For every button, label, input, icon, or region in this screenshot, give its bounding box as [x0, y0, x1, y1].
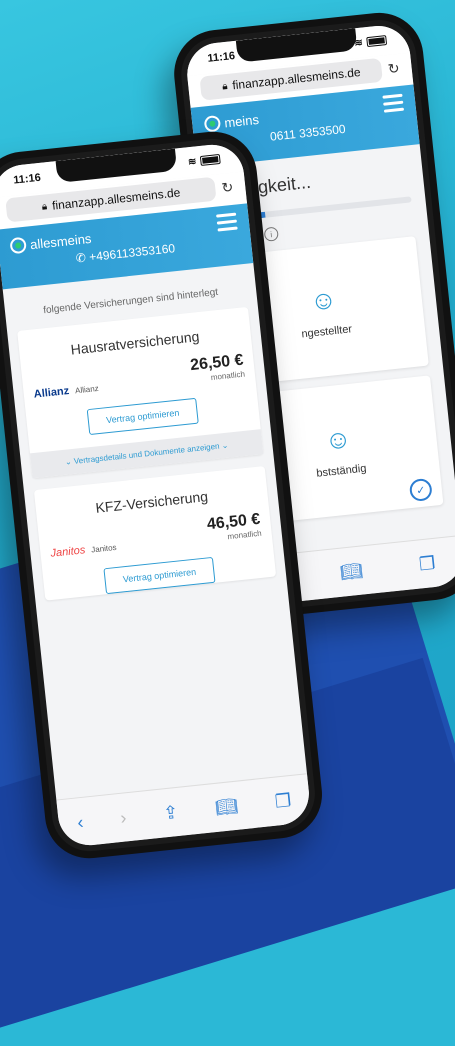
lock-icon: 🔒︎ — [221, 80, 229, 92]
optimize-contract-button[interactable]: Vertrag optimieren — [86, 397, 199, 436]
insurer-name: Allianz — [74, 383, 100, 395]
employee-icon: ☺ — [308, 283, 339, 316]
content: folgende Versicherungen sind hinterlegt … — [3, 263, 289, 624]
logo-text: meins — [223, 111, 260, 130]
bookmarks-icon[interactable]: 📖︎ — [214, 795, 239, 818]
url-text: finanzapp.allesmeins.de — [231, 65, 362, 93]
menu-icon[interactable] — [216, 212, 238, 236]
menu-icon[interactable] — [382, 93, 405, 117]
info-icon[interactable]: i — [263, 226, 279, 242]
allianz-logo: Allianz — [33, 385, 70, 401]
details-label: Vertragsdetails und Dokumente anzeigen — [73, 441, 220, 466]
logo-text: allesmeins — [29, 230, 92, 252]
tabs-icon[interactable]: ❐ — [418, 552, 436, 575]
share-icon[interactable]: ⇪ — [162, 801, 179, 823]
lock-icon: 🔒︎ — [41, 200, 48, 213]
battery-icon — [199, 153, 221, 166]
briefcase-icon: ☺ — [323, 422, 353, 456]
janitos-logo: Janitos — [49, 544, 86, 560]
choice-label: ngestellter — [300, 322, 353, 341]
chevron-down-icon: ⌄ — [64, 457, 73, 467]
optimize-contract-button[interactable]: Vertrag optimieren — [103, 556, 216, 595]
insurer-name: Janitos — [90, 542, 117, 555]
bookmarks-icon[interactable]: 📖︎ — [339, 560, 364, 583]
forward-icon: › — [119, 806, 128, 828]
status-time: 11:16 — [12, 171, 42, 187]
status-time: 11:16 — [206, 50, 236, 65]
tabs-icon[interactable]: ❐ — [274, 790, 292, 813]
chevron-down-icon: ⌄ — [221, 440, 229, 451]
choice-label: bstständig — [315, 462, 367, 480]
url-text: finanzapp.allesmeins.de — [51, 185, 181, 213]
reload-icon[interactable]: ↻ — [387, 59, 400, 77]
battery-icon — [366, 35, 388, 48]
insurance-card: KFZ-Versicherung Janitos Janitos 46,50 €… — [33, 465, 277, 601]
wifi-icon: ≋ — [187, 155, 197, 168]
reload-icon[interactable]: ↻ — [221, 178, 234, 196]
back-icon[interactable]: ‹ — [76, 811, 84, 833]
insurance-card: Hausratversicherung Allianz Allianz 26,5… — [17, 306, 264, 479]
